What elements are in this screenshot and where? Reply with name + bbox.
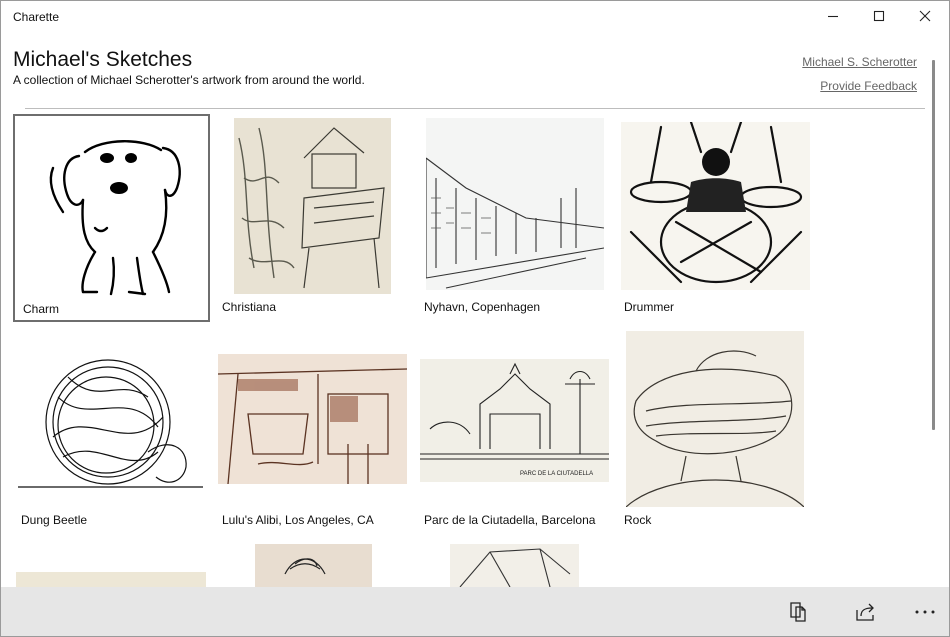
item-label: Nyhavn, Copenhagen — [424, 300, 541, 314]
page-subtitle: A collection of Michael Scherotter's art… — [13, 73, 365, 87]
sketch-thumbnail — [621, 122, 810, 290]
sketch-caption: PARC DE LA CIUTADELLA — [520, 471, 593, 477]
page-title: Michael's Sketches — [13, 48, 193, 71]
maximize-icon — [873, 10, 885, 22]
partial-thumbnail[interactable] — [255, 544, 372, 587]
partial-thumbnail[interactable] — [16, 572, 206, 587]
header-divider — [25, 108, 925, 109]
close-button[interactable] — [902, 0, 948, 32]
copy-icon — [790, 602, 806, 622]
gallery-item-drummer[interactable]: Drummer — [616, 114, 813, 322]
maximize-button[interactable] — [856, 0, 902, 32]
gallery-item-parc-ciutadella[interactable]: PARC DE LA CIUTADELLA Parc de la Ciutade… — [416, 327, 613, 535]
sketch-thumbnail — [218, 354, 407, 484]
gallery-item-rock[interactable]: Rock — [616, 327, 813, 535]
command-bar — [0, 587, 950, 637]
item-label: Christiana — [222, 300, 277, 314]
sketch-thumbnail — [33, 128, 191, 298]
more-button[interactable] — [910, 597, 940, 627]
gallery-item-lulus-alibi[interactable]: Lulu's Alibi, Los Angeles, CA — [214, 327, 411, 535]
item-label: Drummer — [624, 300, 674, 314]
gallery-item-christiana[interactable]: Christiana — [214, 114, 411, 322]
partial-thumbnail[interactable] — [450, 544, 579, 587]
share-icon — [856, 603, 874, 621]
share-button[interactable] — [851, 597, 881, 627]
item-label: Parc de la Ciutadella, Barcelona — [424, 513, 596, 527]
item-label: Dung Beetle — [21, 513, 88, 527]
close-icon — [919, 10, 931, 22]
sketch-thumbnail — [234, 118, 391, 294]
minimize-button[interactable] — [810, 0, 856, 32]
gallery-item-dung-beetle[interactable]: Dung Beetle — [13, 327, 210, 535]
scrollbar[interactable] — [932, 60, 935, 430]
author-link[interactable]: Michael S. Scherotter — [802, 55, 917, 69]
item-label: Rock — [624, 513, 652, 527]
item-label: Charm — [23, 302, 60, 316]
more-icon — [915, 610, 935, 614]
feedback-link[interactable]: Provide Feedback — [820, 79, 917, 93]
copy-button[interactable] — [783, 597, 813, 627]
app-title: Charette — [13, 10, 60, 24]
sketch-thumbnail — [626, 331, 804, 507]
item-label: Lulu's Alibi, Los Angeles, CA — [222, 513, 374, 527]
minimize-icon — [828, 15, 838, 18]
gallery-item-nyhavn[interactable]: Nyhavn, Copenhagen — [416, 114, 613, 322]
sketch-thumbnail — [426, 118, 604, 290]
title-bar: Charette — [0, 0, 950, 34]
sketch-thumbnail — [18, 337, 203, 505]
gallery-item-charm[interactable]: Charm — [13, 114, 210, 322]
sketch-thumbnail: PARC DE LA CIUTADELLA — [420, 359, 609, 482]
